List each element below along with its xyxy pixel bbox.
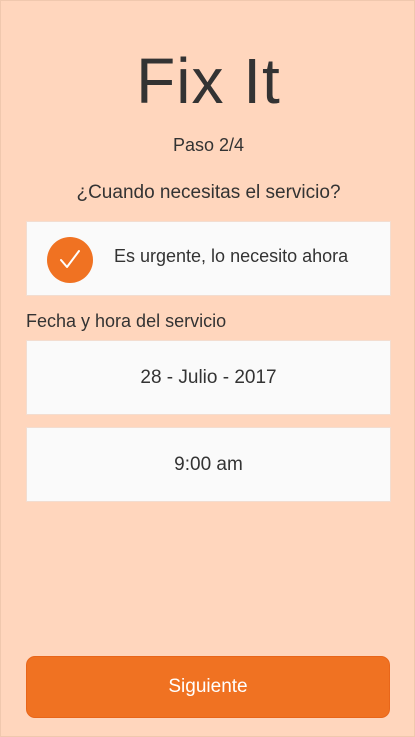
- checkmark-icon: [60, 250, 80, 268]
- urgent-option-label: Es urgente, lo necesito ahora: [114, 246, 349, 266]
- schedule-section-label: Fecha y hora del servicio: [26, 311, 227, 331]
- urgent-checkbox[interactable]: [47, 237, 93, 283]
- urgent-option-card[interactable]: Es urgente, lo necesito ahora: [26, 221, 391, 296]
- date-field[interactable]: 28 - Julio - 2017: [26, 340, 391, 415]
- question-heading: ¿Cuando necesitas el servicio?: [76, 182, 341, 203]
- app-frame: Fix It Paso 2/4 ¿Cuando necesitas el ser…: [0, 0, 415, 737]
- app-title: Fix It: [136, 45, 281, 117]
- next-button[interactable]: Siguiente: [26, 656, 390, 718]
- time-field[interactable]: 9:00 am: [26, 427, 391, 502]
- step-indicator: Paso 2/4: [172, 135, 245, 155]
